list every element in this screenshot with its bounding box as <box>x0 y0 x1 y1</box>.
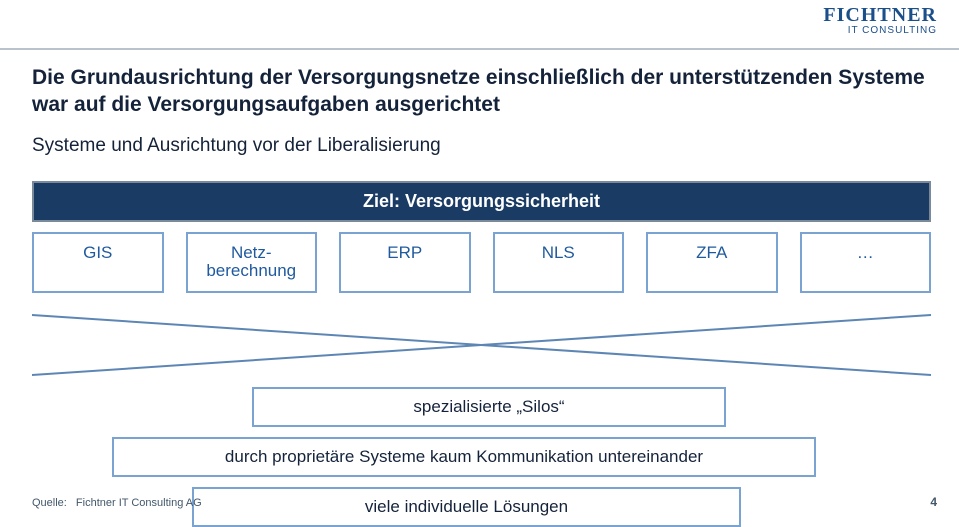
system-box-row: GIS Netz- berechnung ERP NLS ZFA … <box>32 232 931 293</box>
note-silos: spezialisierte „Silos“ <box>252 387 726 427</box>
divider-top <box>0 48 959 50</box>
source-footer: Quelle: Fichtner IT Consulting AG <box>32 497 202 509</box>
system-box-line-1: Netz- <box>192 244 312 263</box>
brand-block: FICHTNER IT CONSULTING <box>823 4 937 36</box>
system-box-ellipsis: … <box>800 232 932 293</box>
note-loesungen: viele individuelle Lösungen <box>192 487 741 527</box>
goal-banner: Ziel: Versorgungssicherheit <box>32 181 931 222</box>
title-line-1: Die Grundausrichtung der Versorgungsnetz… <box>32 66 925 89</box>
system-box-nls: NLS <box>493 232 625 293</box>
page-number: 4 <box>930 495 937 509</box>
slide: FICHTNER IT CONSULTING Die Grundausricht… <box>0 0 959 517</box>
system-box-zfa: ZFA <box>646 232 778 293</box>
title-line-2: war auf die Versorgungsaufgaben ausgeric… <box>32 93 500 116</box>
system-box-gis: GIS <box>32 232 164 293</box>
source-label: Quelle: <box>32 497 67 509</box>
source-value: Fichtner IT Consulting AG <box>76 497 202 509</box>
system-box-erp: ERP <box>339 232 471 293</box>
system-box-netzberechnung: Netz- berechnung <box>186 232 318 293</box>
page-subtitle: Systeme und Ausrichtung vor der Liberali… <box>32 135 931 157</box>
page-title: Die Grundausrichtung der Versorgungsnetz… <box>32 64 931 119</box>
connector-lines <box>32 307 931 383</box>
brand-name: FICHTNER <box>823 4 937 27</box>
system-box-line-2: berechnung <box>192 262 312 281</box>
note-kommunikation: durch proprietäre Systeme kaum Kommunika… <box>112 437 816 477</box>
